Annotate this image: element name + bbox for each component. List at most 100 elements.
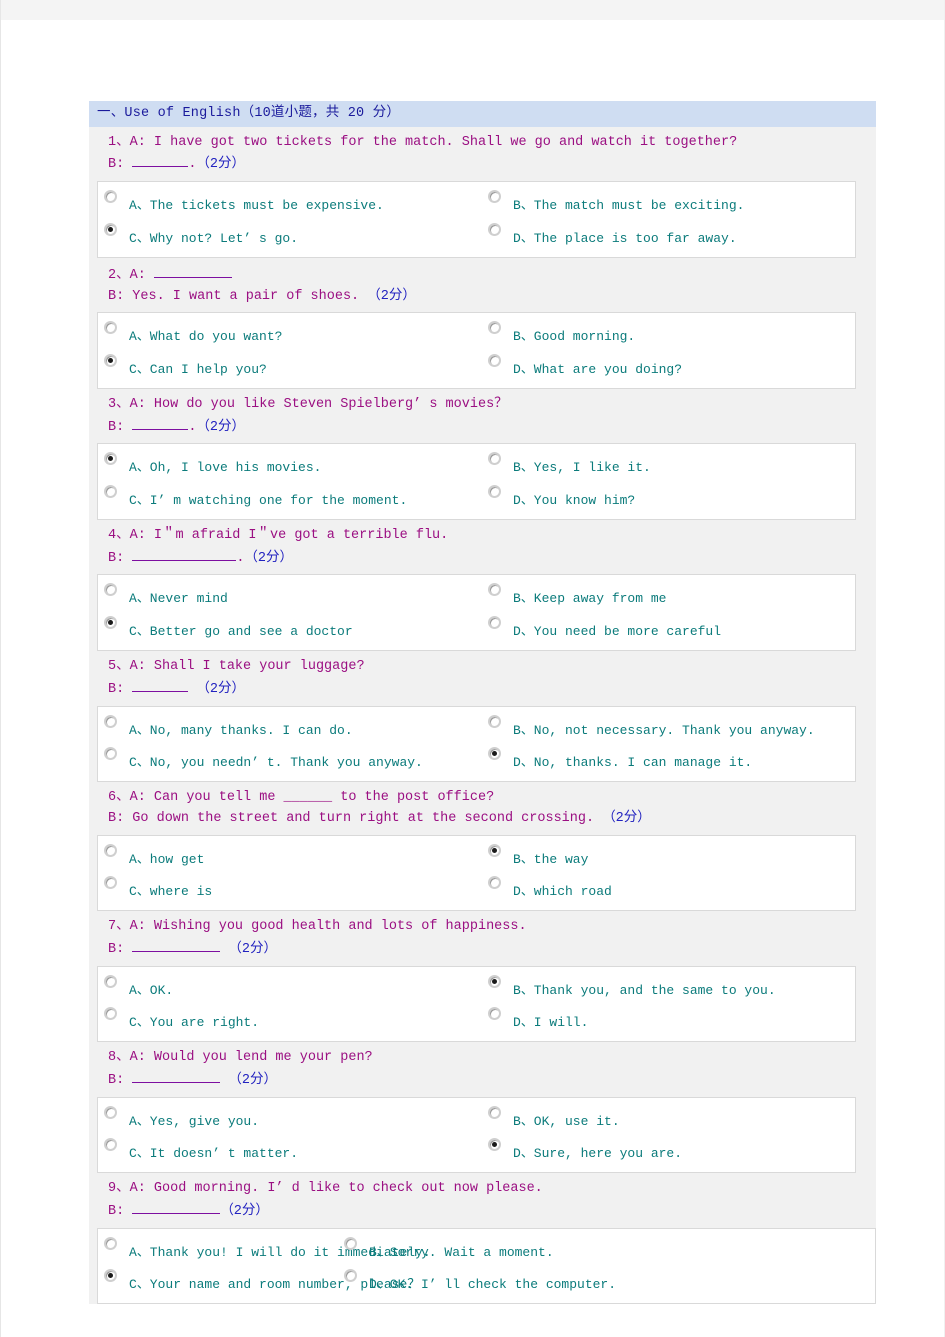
option-d[interactable]: D、which road: [482, 871, 855, 904]
option-b[interactable]: B、Keep away from me: [482, 578, 855, 611]
option-d[interactable]: D、I will.: [482, 1002, 855, 1035]
option-d[interactable]: D、OK. I’ ll check the computer.: [338, 1264, 875, 1297]
option-label: A、Oh, I love his movies.: [129, 460, 322, 476]
radio-button-icon[interactable]: [104, 583, 117, 597]
radio-button-icon[interactable]: [488, 747, 501, 761]
question-line-a: 3、A: How do you like Steven Spielberg’ s…: [108, 395, 876, 416]
speaker-b-text: B:: [108, 1203, 133, 1219]
radio-button-icon[interactable]: [488, 1105, 501, 1119]
option-c[interactable]: C、It doesn’ t matter.: [98, 1133, 482, 1166]
radio-button-icon[interactable]: [104, 1269, 117, 1283]
option-a[interactable]: A、Yes, give you.: [98, 1101, 482, 1134]
speaker-b-text: B: Go down the street and turn right at …: [108, 810, 603, 826]
radio-button-icon[interactable]: [488, 1138, 501, 1152]
option-a[interactable]: A、The tickets must be expensive.: [98, 185, 482, 218]
option-b[interactable]: B、Thank you, and the same to you.: [482, 970, 855, 1003]
option-b[interactable]: B、the way: [482, 839, 855, 872]
radio-button-icon[interactable]: [104, 190, 117, 204]
radio-button-icon[interactable]: [488, 190, 501, 204]
speaker-b-text: B:: [108, 1072, 133, 1088]
radio-button-icon[interactable]: [104, 354, 117, 368]
option-b[interactable]: B、OK, use it.: [482, 1101, 855, 1134]
radio-button-icon[interactable]: [104, 485, 117, 499]
option-b[interactable]: B、No, not necessary. Thank you anyway.: [482, 710, 855, 743]
answer-blank: [132, 547, 237, 561]
question-block: 6、A: Can you tell me ______ to the post …: [89, 781, 876, 911]
option-d[interactable]: D、Sure, here you are.: [482, 1133, 855, 1166]
options-row: C、Can I help you? D、What are you doing?: [98, 349, 855, 382]
option-a[interactable]: A、how get: [98, 839, 482, 872]
options-row: C、It doesn’ t matter. D、Sure, here you ar…: [98, 1133, 855, 1166]
option-c[interactable]: C、No, you needn’ t. Thank you anyway.: [98, 742, 482, 775]
speaker-a-text: A: I＂m afraid I＂ve got a terrible flu.: [129, 527, 449, 543]
radio-button-icon[interactable]: [104, 452, 117, 466]
options-box: A、Oh, I love his movies. B、Yes, I like it…: [97, 443, 856, 520]
question-line-b: B: .（2分）: [108, 547, 876, 570]
radio-button-icon[interactable]: [488, 1007, 501, 1021]
option-a[interactable]: A、What do you want?: [98, 316, 482, 349]
question-stem: 4、A: I＂m afraid I＂ve got a terrible flu.…: [89, 526, 876, 570]
option-label: B、Good morning.: [513, 329, 636, 345]
radio-button-icon[interactable]: [104, 876, 117, 890]
option-c[interactable]: C、Why not? Let’ s go.: [98, 218, 482, 251]
question-block: 9、A: Good morning. I’ d like to check ou…: [89, 1172, 876, 1304]
speaker-b-text: B:: [108, 419, 133, 435]
option-d[interactable]: D、You need be more careful: [482, 611, 855, 644]
question-score: （2分）: [196, 681, 246, 697]
question-number: 6、: [108, 789, 130, 805]
option-a[interactable]: A、Oh, I love his movies.: [98, 447, 482, 480]
radio-button-icon[interactable]: [488, 222, 501, 236]
radio-button-icon[interactable]: [104, 1236, 117, 1250]
question-line-b: B: （2分）: [108, 1069, 876, 1092]
radio-button-icon[interactable]: [104, 1007, 117, 1021]
option-c[interactable]: C、You are right.: [98, 1002, 482, 1035]
radio-button-icon[interactable]: [488, 876, 501, 890]
radio-button-icon[interactable]: [488, 354, 501, 368]
radio-button-icon[interactable]: [344, 1269, 357, 1283]
option-c[interactable]: C、Can I help you?: [98, 349, 482, 382]
radio-button-icon[interactable]: [104, 321, 117, 335]
option-c[interactable]: C、Your name and room number, please？: [98, 1264, 420, 1297]
options-row: C、Better go and see a doctor D、You need b…: [98, 611, 855, 644]
radio-button-icon[interactable]: [104, 1105, 117, 1119]
option-b[interactable]: B、Sorry. Wait a moment.: [338, 1232, 875, 1265]
option-a[interactable]: A、OK.: [98, 970, 482, 1003]
option-b[interactable]: B、Yes, I like it.: [482, 447, 855, 480]
radio-button-icon[interactable]: [488, 583, 501, 597]
option-b[interactable]: B、The match must be exciting.: [482, 185, 855, 218]
radio-button-icon[interactable]: [488, 714, 501, 728]
radio-button-icon[interactable]: [488, 974, 501, 988]
radio-button-icon[interactable]: [104, 616, 117, 630]
radio-button-icon[interactable]: [104, 714, 117, 728]
question-block: 2、A: B: Yes. I want a pair of shoes. （2分…: [89, 257, 876, 389]
radio-button-icon[interactable]: [104, 747, 117, 761]
question-number: 5、: [108, 658, 130, 674]
option-a[interactable]: A、Thank you! I will do it immediately.: [98, 1232, 431, 1265]
speaker-a-text: A:: [129, 267, 154, 283]
option-a[interactable]: A、Never mind: [98, 578, 482, 611]
option-d[interactable]: D、The place is too far away.: [482, 218, 855, 251]
radio-button-icon[interactable]: [104, 222, 117, 236]
option-a[interactable]: A、No, many thanks. I can do.: [98, 710, 482, 743]
option-label: B、The match must be exciting.: [513, 198, 745, 214]
radio-button-icon[interactable]: [488, 843, 501, 857]
option-d[interactable]: D、You know him?: [482, 480, 855, 513]
radio-button-icon[interactable]: [488, 321, 501, 335]
option-label: D、Sure, here you are.: [513, 1146, 683, 1162]
option-c[interactable]: C、Better go and see a doctor: [98, 611, 482, 644]
radio-button-icon[interactable]: [488, 616, 501, 630]
option-d[interactable]: D、No, thanks. I can manage it.: [482, 742, 855, 775]
option-label: C、No, you needn’ t. Thank you anyway.: [129, 755, 423, 771]
options-box: A、OK. B、Thank you, and the same to you. C、…: [97, 965, 856, 1042]
option-b[interactable]: B、Good morning.: [482, 316, 855, 349]
radio-button-icon[interactable]: [488, 485, 501, 499]
radio-button-icon[interactable]: [104, 1138, 117, 1152]
question-score: （2分）: [220, 1203, 269, 1219]
option-c[interactable]: C、where is: [98, 871, 482, 904]
radio-button-icon[interactable]: [488, 452, 501, 466]
option-d[interactable]: D、What are you doing?: [482, 349, 855, 382]
radio-button-icon[interactable]: [104, 843, 117, 857]
option-c[interactable]: C、I’ m watching one for the moment.: [98, 480, 482, 513]
radio-button-icon[interactable]: [104, 974, 117, 988]
radio-button-icon[interactable]: [344, 1236, 357, 1250]
